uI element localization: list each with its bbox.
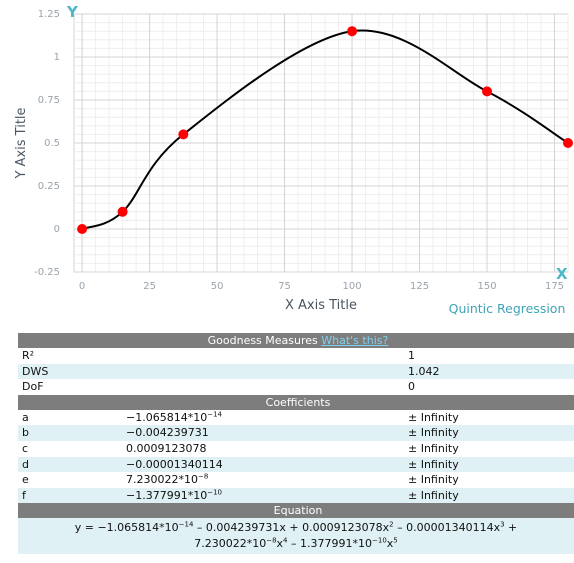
y-axis-title: Y Axis Title xyxy=(14,107,29,179)
x-tick-labels: 0 25 50 75 100 125 150 175 xyxy=(79,281,564,292)
coef-value: 7.230022*10−8 xyxy=(122,472,404,488)
coef-error: ± Infinity xyxy=(404,440,574,457)
table-row: DoF 0 xyxy=(18,379,574,395)
goodness-label-dof: DoF xyxy=(18,379,404,395)
goodness-label-r2: R² xyxy=(18,348,404,364)
coefficients-header-row: Coefficients xyxy=(18,394,574,410)
table-row: e 7.230022*10−8 ± Infinity xyxy=(18,472,574,488)
y-tick-label: -0.25 xyxy=(34,267,60,278)
table-row: d −0.00001340114 ± Infinity xyxy=(18,456,574,473)
coefficients-header: Coefficients xyxy=(18,394,574,410)
coef-value: −0.00001340114 xyxy=(122,456,404,473)
coef-value: −1.065814*10−14 xyxy=(122,409,404,426)
table-row: c 0.0009123078 ± Infinity xyxy=(18,440,574,457)
coef-value: 0.0009123078 xyxy=(122,440,404,457)
x-tick-label: 75 xyxy=(278,281,291,292)
data-point[interactable] xyxy=(178,129,189,140)
regression-chart: -0.25 0 0.25 0.5 0.75 1 1.25 0 25 50 75 100 125 150 1… xyxy=(14,3,573,316)
x-tick-label: 25 xyxy=(143,281,156,292)
equation-row: y = −1.065814*10−14 – 0.004239731x + 0.0… xyxy=(18,518,574,555)
regression-type-label[interactable]: Quintic Regression xyxy=(449,301,566,316)
x-axis-title: X Axis Title xyxy=(285,298,357,313)
goodness-header: Goodness Measures xyxy=(207,334,318,347)
y-tick-label: 0.5 xyxy=(44,138,60,149)
y-tick-label: 0.75 xyxy=(38,95,60,106)
table-row: b −0.004239731 ± Infinity xyxy=(18,425,574,441)
table-row: R² 1 xyxy=(18,348,574,364)
y-tick-label: 1.25 xyxy=(38,9,60,20)
x-tick-label: 125 xyxy=(410,281,429,292)
equation-header: Equation xyxy=(18,503,574,519)
data-point[interactable] xyxy=(563,138,573,148)
goodness-value-r2: 1 xyxy=(404,348,574,364)
goodness-value-dof: 0 xyxy=(404,379,574,395)
goodness-header-row: Goodness Measures What's this? xyxy=(18,333,574,348)
coef-error: ± Infinity xyxy=(404,409,574,426)
coef-value: −0.004239731 xyxy=(122,425,404,441)
y-tick-labels: -0.25 0 0.25 0.5 0.75 1 1.25 xyxy=(34,9,60,278)
table-row: DWS 1.042 xyxy=(18,363,574,380)
goodness-value-dws: 1.042 xyxy=(404,363,574,380)
coef-name: b xyxy=(18,425,122,441)
whats-this-link[interactable]: What's this? xyxy=(321,334,388,347)
x-tick-label: 0 xyxy=(79,281,85,292)
coef-error: ± Infinity xyxy=(404,472,574,488)
data-point[interactable] xyxy=(77,224,88,234)
results-table: Goodness Measures What's this? R² 1 DWS … xyxy=(18,333,574,555)
coef-value: −1.377991*10−10 xyxy=(122,487,404,504)
goodness-label-dws: DWS xyxy=(18,363,404,380)
equation-text: y = −1.065814*10−14 – 0.004239731x + 0.0… xyxy=(18,518,574,555)
data-point[interactable] xyxy=(347,26,358,37)
table-row: a −1.065814*10−14 ± Infinity xyxy=(18,409,574,426)
coef-error: ± Infinity xyxy=(404,425,574,441)
equation-header-row: Equation xyxy=(18,503,574,519)
coef-name: a xyxy=(18,409,122,426)
x-axis-badge[interactable]: X xyxy=(556,265,568,283)
coef-error: ± Infinity xyxy=(404,456,574,473)
y-tick-label: 0.25 xyxy=(38,181,60,192)
y-axis-badge[interactable]: Y xyxy=(66,3,79,21)
coef-error: ± Infinity xyxy=(404,487,574,504)
y-tick-label: 1 xyxy=(54,52,60,63)
coef-name: d xyxy=(18,456,122,473)
coef-name: c xyxy=(18,440,122,457)
x-tick-label: 100 xyxy=(342,281,361,292)
data-point[interactable] xyxy=(117,206,128,217)
x-tick-label: 150 xyxy=(477,281,496,292)
coef-name: e xyxy=(18,472,122,488)
y-tick-label: 0 xyxy=(54,224,60,235)
table-row: f −1.377991*10−10 ± Infinity xyxy=(18,487,574,504)
data-point[interactable] xyxy=(482,86,493,97)
coef-name: f xyxy=(18,487,122,504)
x-tick-label: 50 xyxy=(211,281,224,292)
